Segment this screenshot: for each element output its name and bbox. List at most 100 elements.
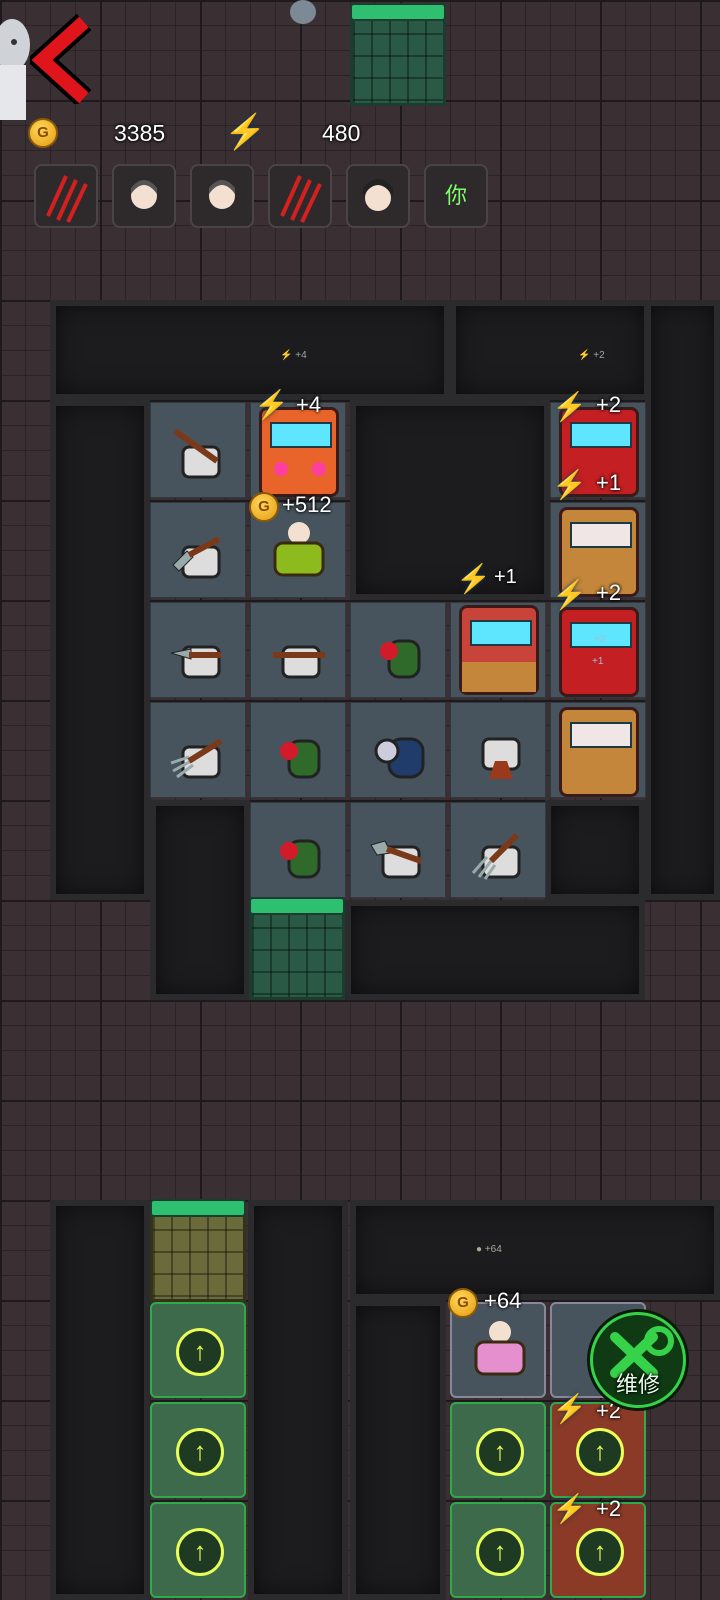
wall <box>50 1200 150 1600</box>
bed-girl-icon <box>273 522 325 577</box>
upgrade-tile[interactable]: ↑ <box>150 1302 246 1398</box>
wall <box>450 300 650 400</box>
tile-broom[interactable] <box>450 702 546 798</box>
chevron-left-icon <box>25 13 92 107</box>
gold-coin-icon: G <box>249 492 279 522</box>
tile-arcade[interactable] <box>550 702 646 798</box>
tile-broom[interactable] <box>150 402 246 498</box>
broom-bucket-icon <box>273 645 325 679</box>
wall <box>350 1300 446 1600</box>
room-door-locked[interactable] <box>150 1199 246 1302</box>
tile-shovel[interactable] <box>150 502 246 598</box>
claw-marks-icon <box>46 175 88 223</box>
slot-3[interactable] <box>190 164 254 228</box>
door-cap <box>249 897 345 915</box>
sprayer-icon <box>280 739 321 779</box>
wall <box>645 300 720 900</box>
tile-shovel[interactable] <box>150 602 246 698</box>
tile-sprayer[interactable] <box>250 802 346 898</box>
tile-arcade[interactable] <box>550 602 646 698</box>
wall <box>50 300 450 400</box>
energy-icon: ⚡ <box>552 391 587 422</box>
room-door[interactable] <box>249 897 345 1000</box>
bed-gold-bonus: +64 <box>484 1288 522 1313</box>
shovel-bucket-icon <box>172 536 221 579</box>
machine-screen <box>470 620 532 646</box>
arcade-machine[interactable] <box>459 605 539 695</box>
energy-small-label: ⚡ +4 <box>280 350 307 361</box>
upgrade-arrow-icon[interactable]: ↑ <box>176 1428 224 1476</box>
machine-overlay-bonus: +2 <box>594 634 606 645</box>
machine-overlay-bonus: +1 <box>592 656 604 667</box>
energy-icon: ⚡ <box>254 389 289 420</box>
energy-icon: ⚡ <box>456 563 491 594</box>
boy-face-icon <box>363 179 393 211</box>
machine-screen <box>570 522 632 548</box>
bed-girl-icon <box>474 1321 526 1376</box>
wall <box>350 400 550 600</box>
upgrade-tile[interactable]: ↑ <box>150 1502 246 1598</box>
upgrade-arrow-icon[interactable]: ↑ <box>176 1528 224 1576</box>
slot-6-player[interactable]: 你 <box>424 164 488 228</box>
arcade-machine[interactable] <box>559 607 639 697</box>
gold-small-value: +64 <box>484 1244 502 1255</box>
claw-marks-icon <box>280 175 322 223</box>
upgrade-arrow-icon[interactable]: ↑ <box>176 1328 224 1376</box>
upgrade-arrow-icon[interactable]: ↑ <box>476 1428 524 1476</box>
gold-coin-icon: G <box>28 118 58 148</box>
sprayer-icon <box>380 639 421 679</box>
tile-rake[interactable] <box>150 702 246 798</box>
wall <box>545 800 645 900</box>
tile-sprayer[interactable] <box>350 602 446 698</box>
upgrade-arrow-icon[interactable]: ↑ <box>476 1528 524 1576</box>
back-button[interactable] <box>25 13 96 107</box>
gold-coin-icon: G <box>448 1288 478 1318</box>
broom-bucket-icon <box>481 737 521 779</box>
upgrade-arrow-icon[interactable]: ↑ <box>576 1528 624 1576</box>
bed-gold-bonus: +512 <box>282 492 332 517</box>
arcade-machine[interactable] <box>559 707 639 797</box>
tile-broom[interactable] <box>250 602 346 698</box>
machine-screen <box>570 422 632 448</box>
tile-dryer[interactable] <box>350 702 446 798</box>
slot-5[interactable] <box>346 164 410 228</box>
upgrade-tile[interactable]: ↑ <box>450 1502 546 1598</box>
repair-button[interactable]: 维修 <box>590 1312 686 1408</box>
tile-shovel[interactable] <box>350 802 446 898</box>
slot-2[interactable] <box>112 164 176 228</box>
energy-icon: ⚡ <box>224 113 267 151</box>
wall <box>248 1200 348 1600</box>
energy-amount: 480 <box>322 120 361 146</box>
door-cap <box>150 1199 246 1217</box>
repair-label: 维修 <box>615 1372 660 1397</box>
door-cap <box>350 3 446 21</box>
energy-icon: ⚡ <box>552 1493 587 1524</box>
hair-dryer-icon <box>374 737 425 779</box>
wall <box>350 1200 720 1300</box>
machine-screen <box>570 722 632 748</box>
shovel-bucket-icon <box>370 840 422 879</box>
upgrade-tile[interactable]: ↑ <box>450 1402 546 1498</box>
energy-small-value: +2 <box>593 350 605 361</box>
wall <box>50 400 150 900</box>
tile-arcade[interactable] <box>450 602 546 698</box>
shovel-bucket-icon <box>170 645 221 679</box>
machine-bonus: +2 <box>596 1496 622 1521</box>
upgrade-tile[interactable]: ↑ <box>150 1402 246 1498</box>
tile-rake[interactable] <box>450 802 546 898</box>
gold-amount: 3385 <box>114 120 166 146</box>
energy-small-value: +4 <box>295 350 307 361</box>
top-door[interactable] <box>350 3 446 106</box>
energy-small-label: ⚡ +2 <box>578 350 605 361</box>
machine-bonus: +2 <box>596 392 622 417</box>
tile-sprayer[interactable] <box>250 702 346 798</box>
girl-face-icon <box>131 180 157 209</box>
player-face-icon: 你 <box>444 183 467 208</box>
machine-bonus: +1 <box>596 470 622 495</box>
upgrade-arrow-icon[interactable]: ↑ <box>576 1428 624 1476</box>
machine-screen <box>270 422 332 448</box>
machine-bonus: +2 <box>596 580 622 605</box>
energy-icon: ⚡ <box>552 469 587 500</box>
slot-4[interactable] <box>268 164 332 228</box>
slot-1[interactable] <box>34 164 98 228</box>
